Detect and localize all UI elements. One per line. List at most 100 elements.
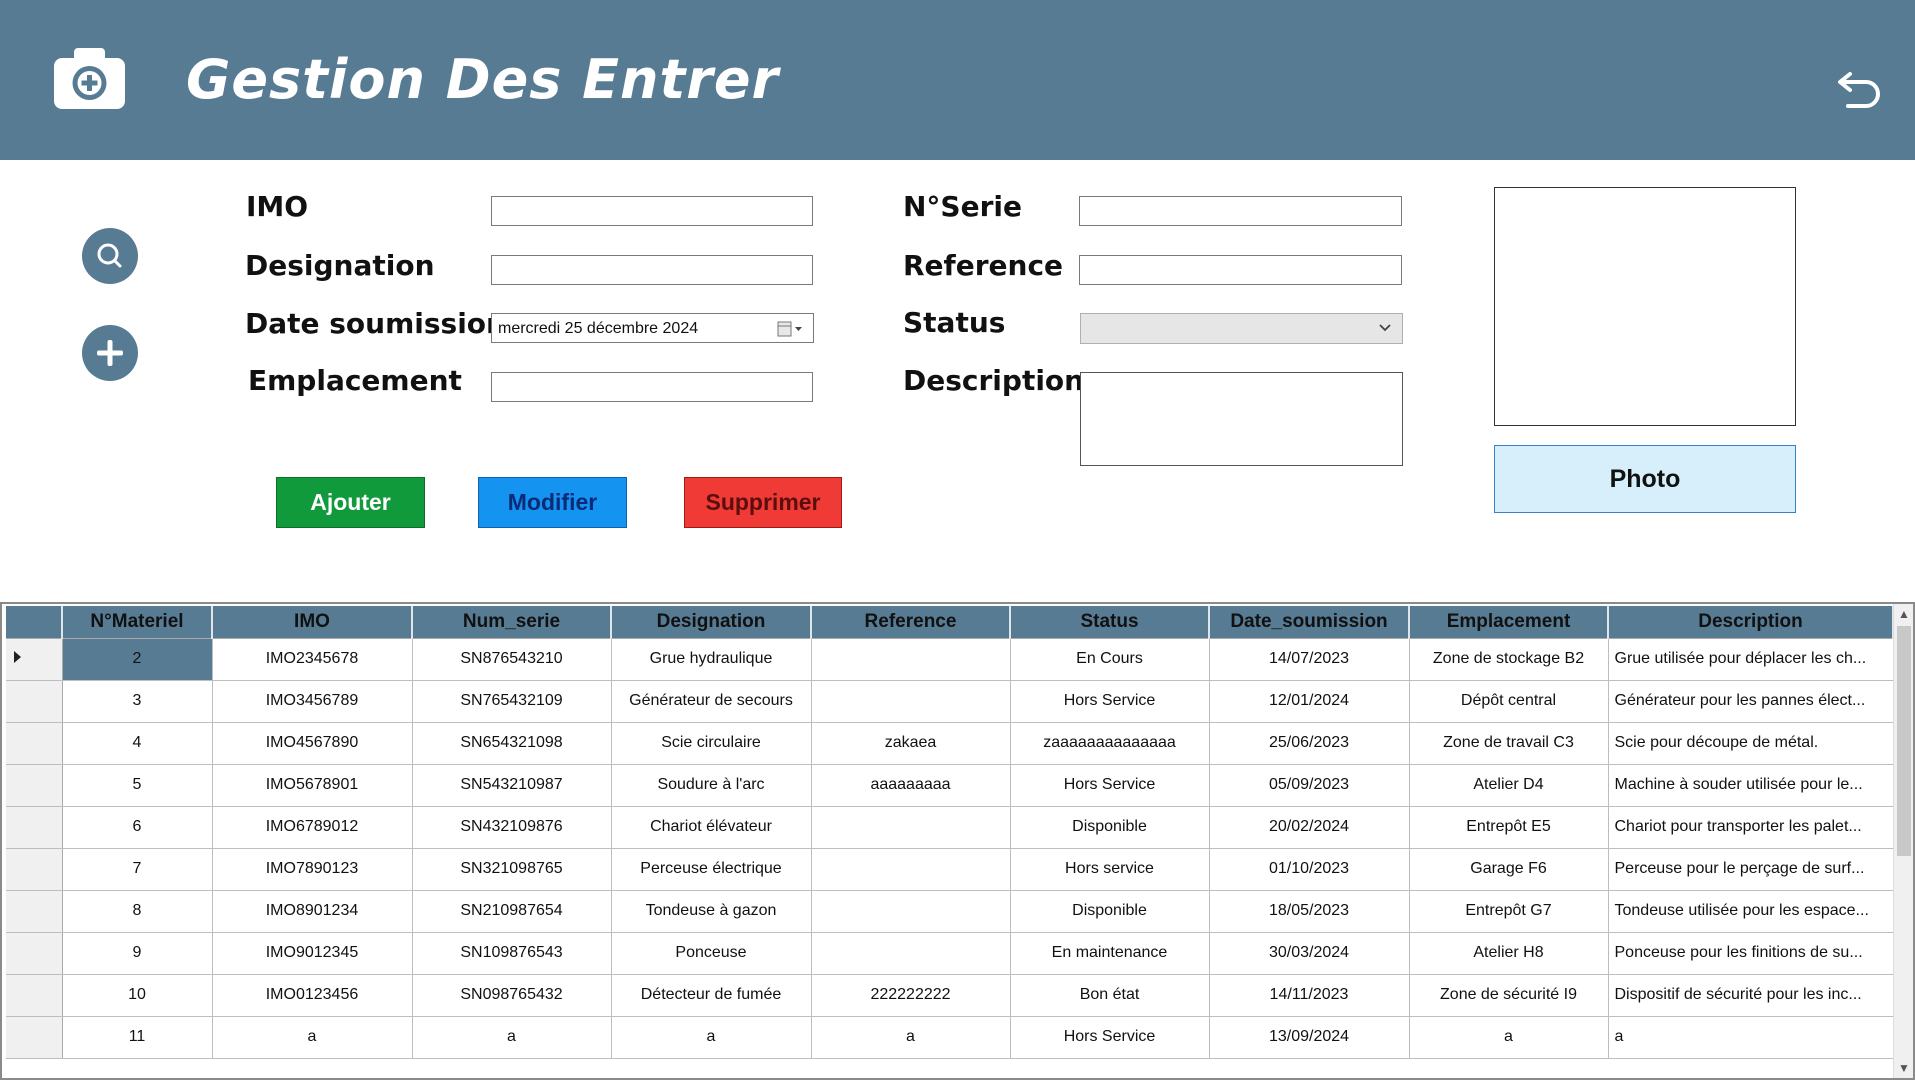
column-header[interactable]: Description <box>1608 606 1894 639</box>
table-cell-status[interactable]: Disponible <box>1010 890 1210 933</box>
status-select[interactable] <box>1080 313 1403 344</box>
table-cell-designation[interactable]: Chariot élévateur <box>611 806 812 849</box>
table-cell-imo[interactable]: IMO3456789 <box>212 680 413 723</box>
table-cell-reference[interactable] <box>811 848 1011 891</box>
table-cell-imo[interactable]: IMO5678901 <box>212 764 413 807</box>
table-cell-status[interactable]: Bon état <box>1010 974 1210 1017</box>
table-cell-num-serie[interactable]: SN543210987 <box>412 764 612 807</box>
modify-button[interactable]: Modifier <box>478 477 627 528</box>
table-row[interactable]: 4 IMO4567890 SN654321098 Scie circulaire zak… <box>6 722 1894 765</box>
table-cell-date-soumission[interactable]: 18/05/2023 <box>1209 890 1410 933</box>
table-cell-status[interactable]: Disponible <box>1010 806 1210 849</box>
row-header[interactable] <box>6 806 63 849</box>
row-header[interactable] <box>6 848 63 891</box>
table-cell-status[interactable]: En maintenance <box>1010 932 1210 975</box>
table-cell-status[interactable]: Hors Service <box>1010 764 1210 807</box>
row-header[interactable] <box>6 974 63 1017</box>
table-row[interactable]: 5 IMO5678901 SN543210987 Soudure à l'arc aaa… <box>6 764 1894 807</box>
table-cell-reference[interactable] <box>811 890 1011 933</box>
row-header[interactable] <box>6 1016 63 1059</box>
table-cell-date-soumission[interactable]: 12/01/2024 <box>1209 680 1410 723</box>
add-circle-button[interactable] <box>82 325 138 381</box>
table-row[interactable]: 2 IMO2345678 SN876543210 Grue hydraulique En… <box>6 638 1894 681</box>
table-cell-n-materiel[interactable]: 7 <box>62 848 213 891</box>
table-cell-description[interactable]: Scie pour découpe de métal. <box>1608 722 1894 765</box>
table-cell-date-soumission[interactable]: 20/02/2024 <box>1209 806 1410 849</box>
table-cell-n-materiel[interactable]: 5 <box>62 764 213 807</box>
description-textarea[interactable] <box>1080 372 1403 466</box>
table-row[interactable]: 9 IMO9012345 SN109876543 Ponceuse En mainten… <box>6 932 1894 975</box>
table-cell-description[interactable]: Ponceuse pour les finitions de su... <box>1608 932 1894 975</box>
table-cell-reference[interactable] <box>811 680 1011 723</box>
table-cell-status[interactable]: zaaaaaaaaaaaaaa <box>1010 722 1210 765</box>
table-cell-reference[interactable] <box>811 806 1011 849</box>
table-cell-designation[interactable]: Détecteur de fumée <box>611 974 812 1017</box>
table-cell-description[interactable]: Grue utilisée pour déplacer les ch... <box>1608 638 1894 681</box>
table-cell-designation[interactable]: Grue hydraulique <box>611 638 812 681</box>
table-cell-emplacement[interactable]: Garage F6 <box>1409 848 1609 891</box>
table-cell-n-materiel[interactable]: 2 <box>62 638 213 681</box>
table-cell-n-materiel[interactable]: 4 <box>62 722 213 765</box>
table-cell-status[interactable]: Hors Service <box>1010 1016 1210 1059</box>
table-cell-num-serie[interactable]: SN876543210 <box>412 638 612 681</box>
table-cell-imo[interactable]: IMO7890123 <box>212 848 413 891</box>
table-cell-date-soumission[interactable]: 01/10/2023 <box>1209 848 1410 891</box>
table-cell-num-serie[interactable]: SN109876543 <box>412 932 612 975</box>
table-cell-reference[interactable] <box>811 638 1011 681</box>
table-cell-emplacement[interactable]: a <box>1409 1016 1609 1059</box>
row-header[interactable] <box>6 680 63 723</box>
table-cell-reference[interactable]: a <box>811 1016 1011 1059</box>
table-cell-status[interactable]: En Cours <box>1010 638 1210 681</box>
table-cell-description[interactable]: Tondeuse utilisée pour les espace... <box>1608 890 1894 933</box>
table-cell-description[interactable]: Dispositif de sécurité pour les inc... <box>1608 974 1894 1017</box>
table-cell-reference[interactable]: zakaea <box>811 722 1011 765</box>
table-cell-emplacement[interactable]: Entrepôt G7 <box>1409 890 1609 933</box>
table-cell-description[interactable]: Générateur pour les pannes élect... <box>1608 680 1894 723</box>
table-cell-num-serie[interactable]: a <box>412 1016 612 1059</box>
table-cell-status[interactable]: Hors Service <box>1010 680 1210 723</box>
scroll-down-icon[interactable]: ▼ <box>1898 1062 1910 1074</box>
vertical-scrollbar[interactable]: ▲ ▼ <box>1893 604 1913 1078</box>
table-cell-emplacement[interactable]: Zone de sécurité I9 <box>1409 974 1609 1017</box>
table-cell-designation[interactable]: Ponceuse <box>611 932 812 975</box>
scroll-thumb[interactable] <box>1897 626 1911 856</box>
table-cell-emplacement[interactable]: Dépôt central <box>1409 680 1609 723</box>
row-header[interactable] <box>6 638 63 681</box>
table-cell-date-soumission[interactable]: 25/06/2023 <box>1209 722 1410 765</box>
table-cell-n-materiel[interactable]: 10 <box>62 974 213 1017</box>
column-header[interactable]: Num_serie <box>412 606 612 639</box>
table-cell-n-materiel[interactable]: 6 <box>62 806 213 849</box>
table-cell-designation[interactable]: Générateur de secours <box>611 680 812 723</box>
table-cell-imo[interactable]: IMO8901234 <box>212 890 413 933</box>
table-cell-designation[interactable]: Perceuse électrique <box>611 848 812 891</box>
table-cell-imo[interactable]: IMO6789012 <box>212 806 413 849</box>
table-cell-imo[interactable]: a <box>212 1016 413 1059</box>
table-cell-designation[interactable]: a <box>611 1016 812 1059</box>
table-cell-n-materiel[interactable]: 3 <box>62 680 213 723</box>
table-cell-status[interactable]: Hors service <box>1010 848 1210 891</box>
add-button[interactable]: Ajouter <box>276 477 425 528</box>
table-cell-date-soumission[interactable]: 30/03/2024 <box>1209 932 1410 975</box>
table-cell-emplacement[interactable]: Entrepôt E5 <box>1409 806 1609 849</box>
column-header[interactable]: Status <box>1010 606 1210 639</box>
table-cell-emplacement[interactable]: Atelier H8 <box>1409 932 1609 975</box>
table-cell-description[interactable]: Chariot pour transporter les palet... <box>1608 806 1894 849</box>
undo-icon[interactable] <box>1836 64 1884 108</box>
column-header[interactable]: Date_soumission <box>1209 606 1410 639</box>
table-cell-imo[interactable]: IMO0123456 <box>212 974 413 1017</box>
table-cell-date-soumission[interactable]: 05/09/2023 <box>1209 764 1410 807</box>
table-cell-imo[interactable]: IMO4567890 <box>212 722 413 765</box>
row-header[interactable] <box>6 764 63 807</box>
table-row[interactable]: 7 IMO7890123 SN321098765 Perceuse électriqu… <box>6 848 1894 891</box>
table-cell-num-serie[interactable]: SN098765432 <box>412 974 612 1017</box>
row-header[interactable] <box>6 932 63 975</box>
date-picker[interactable]: mercredi 25 décembre 2024 <box>491 313 814 343</box>
table-cell-num-serie[interactable]: SN210987654 <box>412 890 612 933</box>
table-cell-n-materiel[interactable]: 9 <box>62 932 213 975</box>
table-row[interactable]: 8 IMO8901234 SN210987654 Tondeuse à gazon Di… <box>6 890 1894 933</box>
table-cell-reference[interactable] <box>811 932 1011 975</box>
reference-input[interactable] <box>1079 255 1402 285</box>
imo-input[interactable] <box>491 196 813 226</box>
table-cell-date-soumission[interactable]: 14/07/2023 <box>1209 638 1410 681</box>
table-cell-n-materiel[interactable]: 8 <box>62 890 213 933</box>
